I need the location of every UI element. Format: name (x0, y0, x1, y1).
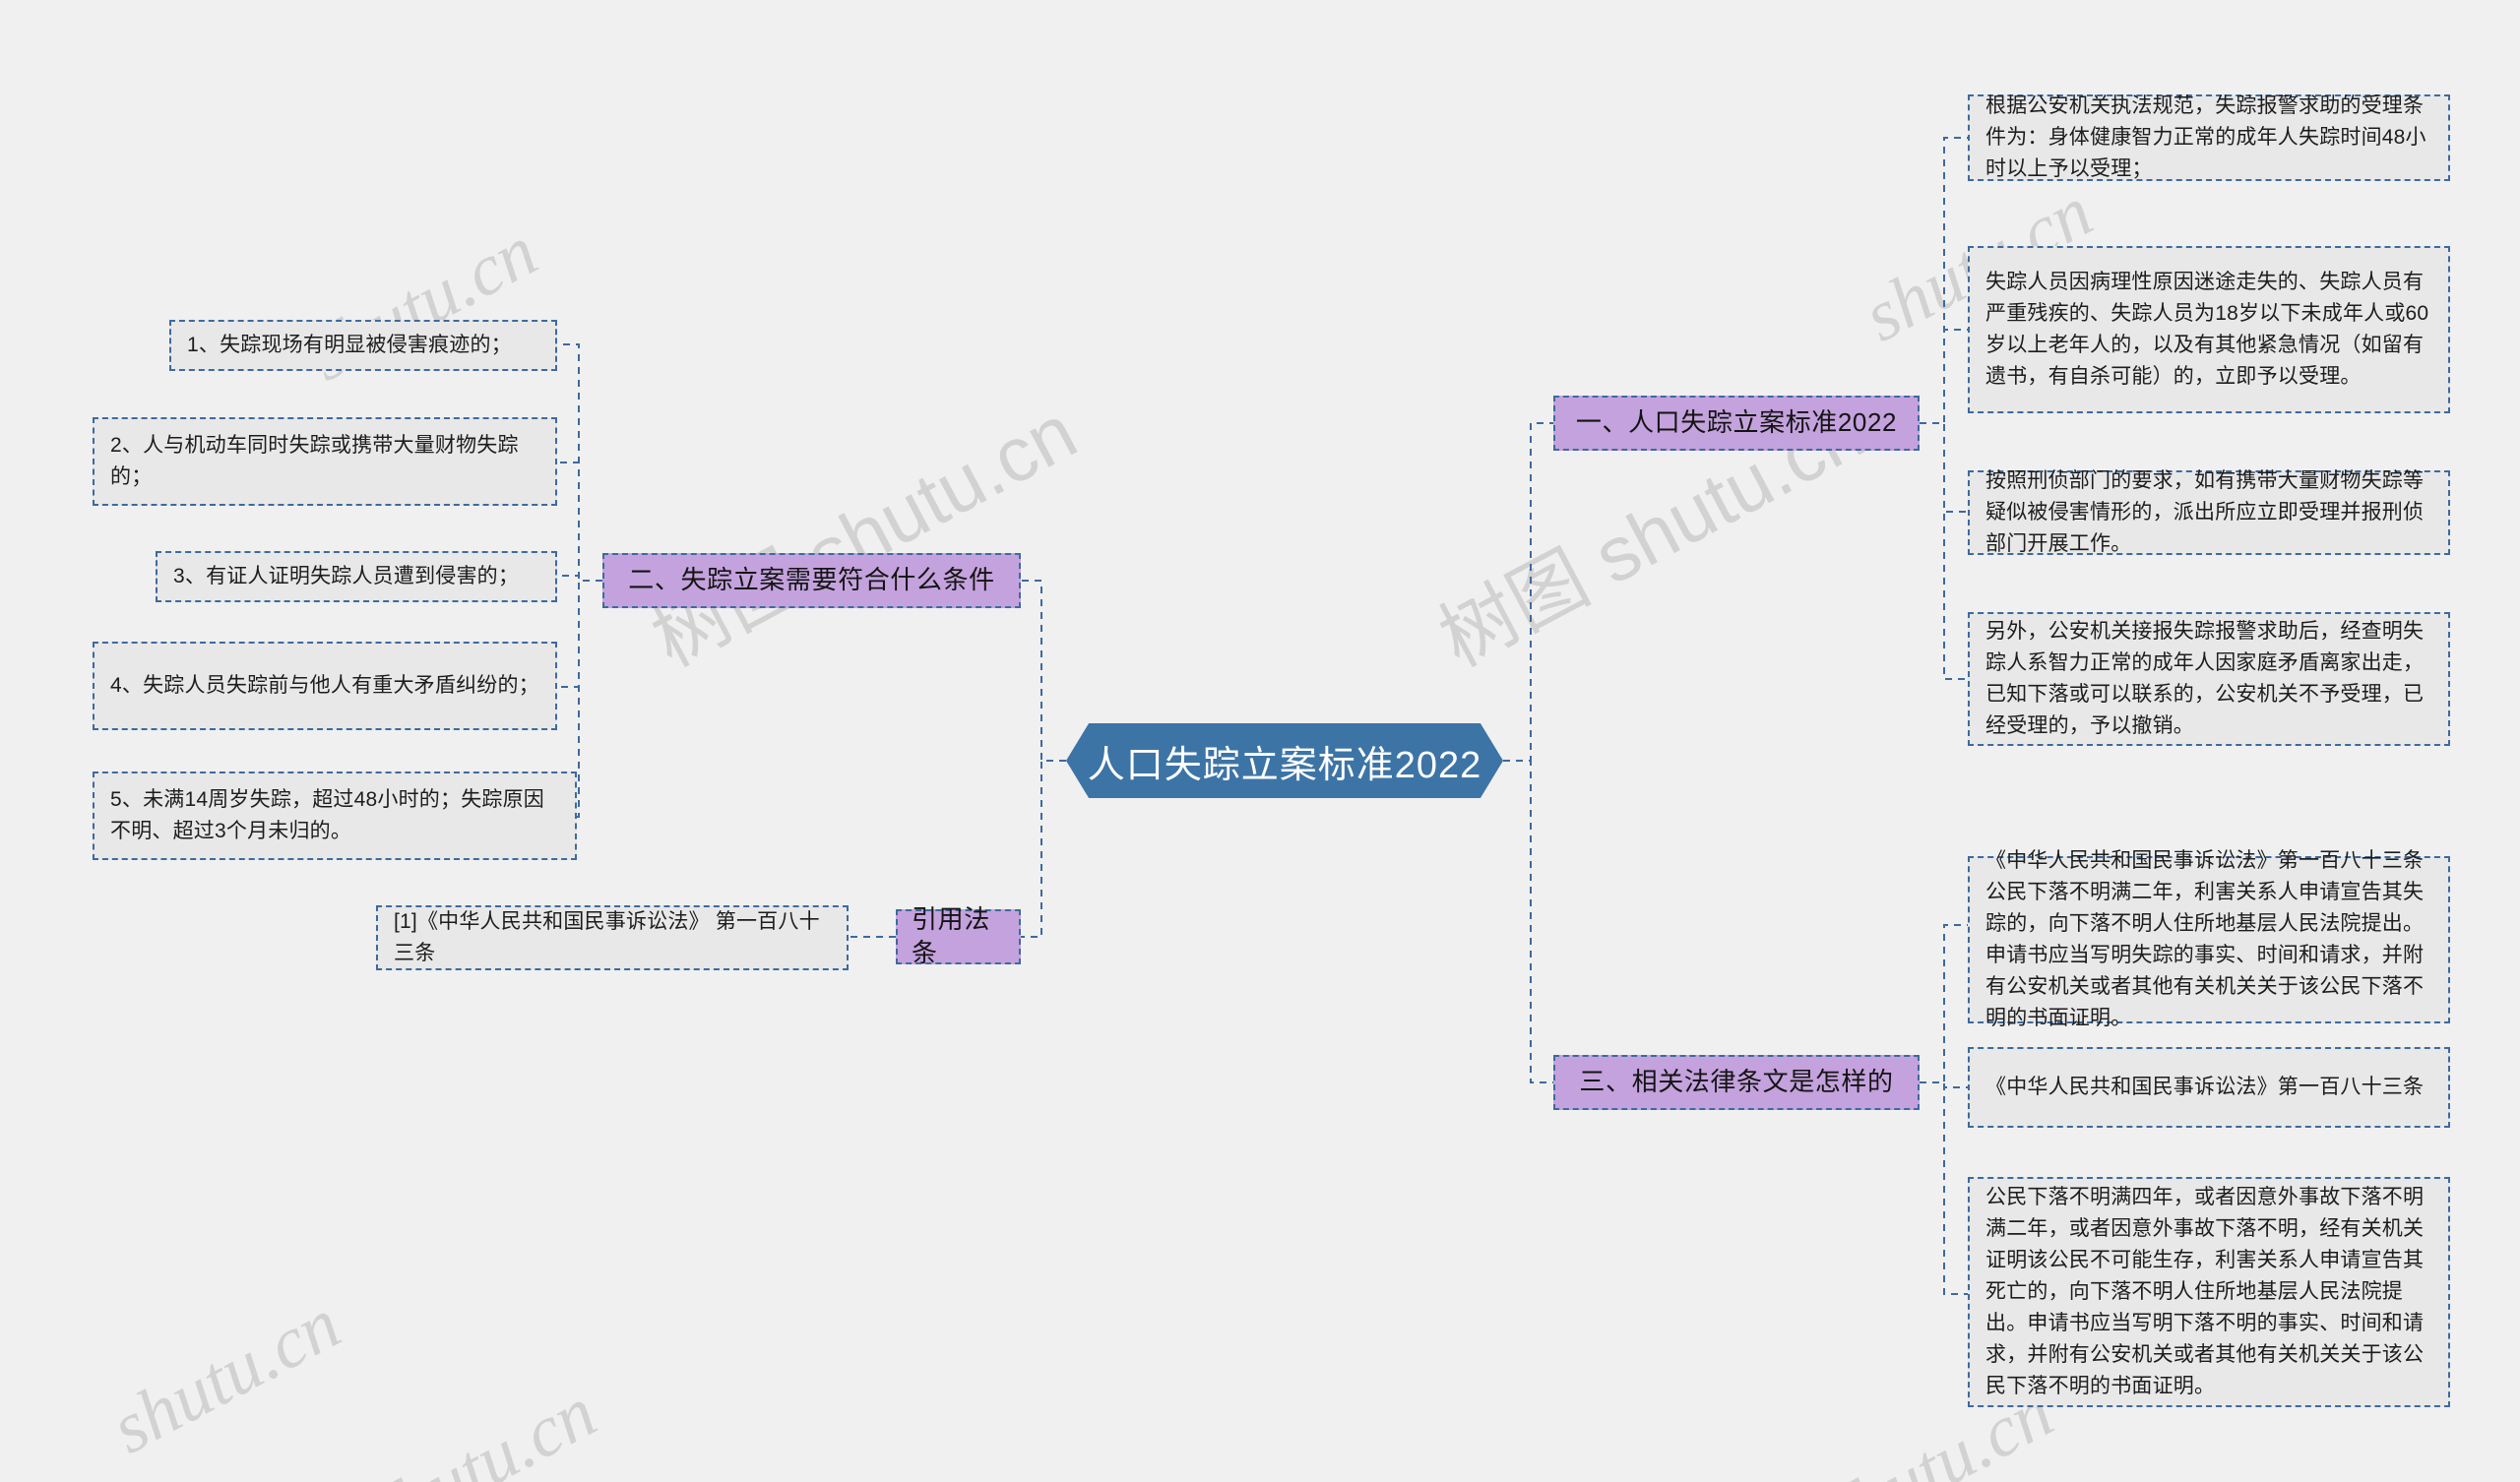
root-node-label: 人口失踪立案标准2022 (1087, 744, 1482, 786)
leaf-node-text: 按照刑侦部门的要求，如有携带大量财物失踪等疑似被侵害情形的，派出所应立即受理并报… (1985, 469, 2425, 555)
leaf-node-text: 4、失踪人员失踪前与他人有重大矛盾纠纷的； (110, 674, 539, 698)
leaf-node[interactable]: 公民下落不明满四年，或者因意外事故下落不明满二年，或者因意外事故下落不明，经有关… (1968, 1177, 2450, 1407)
leaf-node-text: 《中华人民共和国民事诉讼法》第一百八十三条公民下落不明满二年，利害关系人申请宣告… (1985, 849, 2425, 1029)
branch-node-2-label: 二、失踪立案需要符合什么条件 (628, 565, 995, 595)
root-node[interactable]: 人口失踪立案标准2022 (1066, 723, 1503, 798)
leaf-node[interactable]: 《中华人民共和国民事诉讼法》第一百八十三条 (1968, 1047, 2450, 1128)
leaf-node-text: 2、人与机动车同时失踪或携带大量财物失踪的； (110, 434, 519, 488)
leaf-node-text: 1、失踪现场有明显被侵害痕迹的； (187, 334, 512, 357)
leaf-node-text: 另外，公安机关接报失踪报警求助后，经查明失踪人系智力正常的成年人因家庭矛盾离家出… (1985, 620, 2425, 737)
leaf-node-text: 3、有证人证明失踪人员遭到侵害的； (173, 565, 520, 588)
leaf-node[interactable]: 失踪人员因病理性原因迷途走失的、失踪人员有严重残疾的、失踪人员为18岁以下未成年… (1968, 246, 2450, 413)
mindmap-canvas: shutu.cn 树图 shutu.cn 树图 shutu.cn shutu.c… (0, 0, 2520, 1482)
leaf-node[interactable]: 另外，公安机关接报失踪报警求助后，经查明失踪人系智力正常的成年人因家庭矛盾离家出… (1968, 612, 2450, 746)
branch-node-2[interactable]: 二、失踪立案需要符合什么条件 (602, 553, 1021, 608)
leaf-node-text: 5、未满14周岁失踪，超过48小时的；失踪原因不明、超过3个月未归的。 (110, 788, 544, 842)
branch-node-4-label: 引用法条 (912, 904, 990, 967)
leaf-node-text: 《中华人民共和国民事诉讼法》第一百八十三条 (1985, 1076, 2425, 1099)
leaf-node-text: 公民下落不明满四年，或者因意外事故下落不明满二年，或者因意外事故下落不明，经有关… (1985, 1186, 2425, 1397)
leaf-node-text: 失踪人员因病理性原因迷途走失的、失踪人员有严重残疾的、失踪人员为18岁以下未成年… (1985, 271, 2429, 388)
leaf-node-text: [1]《中华人民共和国民事诉讼法》 第一百八十三条 (394, 910, 820, 964)
leaf-node[interactable]: 3、有证人证明失踪人员遭到侵害的； (156, 551, 557, 602)
branch-node-4[interactable]: 引用法条 (896, 904, 1021, 967)
branch-node-3-label: 三、相关法律条文是怎样的 (1579, 1067, 1894, 1097)
watermark: shutu.cn (354, 1372, 609, 1482)
leaf-node[interactable]: 《中华人民共和国民事诉讼法》第一百八十三条公民下落不明满二年，利害关系人申请宣告… (1968, 849, 2450, 1029)
leaf-node[interactable]: 1、失踪现场有明显被侵害痕迹的； (169, 320, 557, 371)
watermark: shutu.cn (98, 1283, 353, 1470)
leaf-node[interactable]: 2、人与机动车同时失踪或携带大量财物失踪的； (93, 417, 557, 506)
branch-node-3[interactable]: 三、相关法律条文是怎样的 (1553, 1055, 1920, 1110)
leaf-node[interactable]: 5、未满14周岁失踪，超过48小时的；失踪原因不明、超过3个月未归的。 (93, 772, 577, 860)
branch-node-1-label: 一、人口失踪立案标准2022 (1575, 407, 1898, 438)
leaf-node[interactable]: 4、失踪人员失踪前与他人有重大矛盾纠纷的； (93, 642, 557, 730)
leaf-node[interactable]: [1]《中华人民共和国民事诉讼法》 第一百八十三条 (376, 905, 849, 970)
leaf-node[interactable]: 根据公安机关执法规范，失踪报警求助的受理条件为：身体健康智力正常的成年人失踪时间… (1968, 94, 2450, 181)
branch-node-1[interactable]: 一、人口失踪立案标准2022 (1553, 396, 1920, 451)
watermark: 树图 shutu.cn (638, 388, 1090, 683)
leaf-node[interactable]: 按照刑侦部门的要求，如有携带大量财物失踪等疑似被侵害情形的，派出所应立即受理并报… (1968, 469, 2450, 555)
leaf-node-text: 根据公安机关执法规范，失踪报警求助的受理条件为：身体健康智力正常的成年人失踪时间… (1985, 94, 2426, 180)
